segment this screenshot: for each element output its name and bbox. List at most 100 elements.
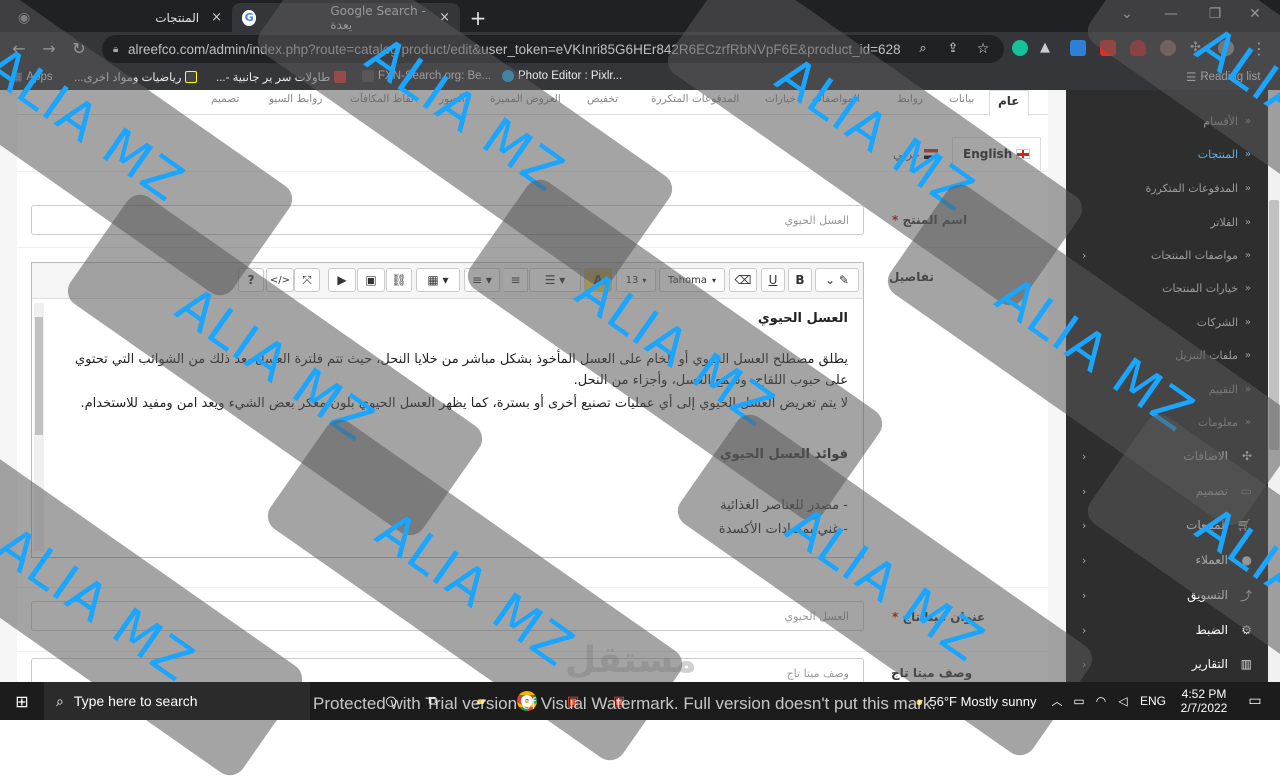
sidebar-item-information[interactable]: معلومات» bbox=[1066, 405, 1268, 439]
tab-recurring[interactable]: المدفوعات المتكررة bbox=[651, 93, 739, 105]
highlight-button[interactable]: A bbox=[584, 268, 612, 292]
reading-list[interactable]: ☰ Reading list bbox=[1186, 70, 1260, 84]
close-tab-icon[interactable]: × bbox=[211, 10, 222, 25]
lang-tab-english[interactable]: English bbox=[952, 137, 1042, 171]
notification-icon[interactable]: ▭ bbox=[1240, 682, 1270, 720]
sidebar-item-design[interactable]: › تصميم ▭ bbox=[1066, 474, 1268, 508]
list-ul-icon[interactable]: ☰ ▾ bbox=[529, 268, 581, 292]
fullscreen-icon[interactable]: ⤧ bbox=[294, 268, 320, 292]
sidebar-item-manufacturers[interactable]: الشركات» bbox=[1066, 305, 1268, 339]
sidebar-item-downloads[interactable]: ملفات التنزيل» bbox=[1066, 338, 1268, 372]
tab-general[interactable]: عام bbox=[989, 90, 1029, 116]
font-size-select[interactable]: 13 ▾ bbox=[616, 268, 656, 292]
bookmark-math[interactable]: رياضيات ومواد اخرى... bbox=[74, 70, 198, 84]
tray-chevron-icon[interactable]: ︿ bbox=[1048, 682, 1066, 720]
clock[interactable]: 4:52 PM 2/7/2022 bbox=[1172, 682, 1236, 720]
bookmark-apps[interactable]: ▦ Apps bbox=[12, 70, 53, 84]
wifi-icon[interactable]: ◠ bbox=[1092, 682, 1110, 720]
sidebar-item-settings[interactable]: › الضبط ⚙ bbox=[1066, 613, 1268, 647]
sidebar-item-reports[interactable]: › التقارير ▥ bbox=[1066, 647, 1268, 681]
taskbar-search-box[interactable]: ⌕ Type here to search bbox=[44, 682, 310, 720]
windows-start-icon[interactable]: ⊞ bbox=[0, 682, 44, 720]
close-tab-icon[interactable]: × bbox=[439, 10, 450, 25]
link-icon[interactable]: ⛓︎ bbox=[386, 268, 412, 292]
grammarly-icon[interactable] bbox=[1012, 40, 1028, 56]
menu-icon[interactable]: ⋮ bbox=[1248, 39, 1270, 59]
tab-special[interactable]: العروض المميزة bbox=[490, 93, 561, 105]
bold-button[interactable]: B bbox=[788, 268, 812, 292]
tab-images[interactable]: الصور bbox=[439, 93, 465, 105]
tab-google-search[interactable]: G Google Search - يعدة × bbox=[232, 3, 460, 32]
tab-data[interactable]: بيانات bbox=[949, 93, 974, 105]
battery-icon[interactable]: ▭ bbox=[1070, 682, 1088, 720]
forward-icon[interactable]: → bbox=[38, 39, 60, 59]
magic-wand-icon[interactable]: ⌄ ✎ bbox=[815, 268, 859, 292]
code-view-button[interactable]: </> bbox=[266, 268, 294, 292]
help-button[interactable]: ? bbox=[238, 268, 264, 292]
close-window-icon[interactable]: ✕ bbox=[1238, 0, 1272, 28]
cookie-ext-icon[interactable] bbox=[1160, 40, 1176, 56]
underline-button[interactable]: U bbox=[761, 268, 785, 292]
maximize-icon[interactable]: ❐ bbox=[1198, 0, 1232, 28]
sidebar-item-recurring[interactable]: المدفوعات المتكررة» bbox=[1066, 171, 1268, 205]
share-icon[interactable]: ⇪ bbox=[942, 39, 964, 59]
product-form: عام بيانات روابط المواصفات خيارات المدفو… bbox=[17, 90, 1048, 682]
reload-icon[interactable]: ↻ bbox=[68, 39, 90, 59]
editor-content[interactable]: العسل الحيوي يطلق مصطلح العسل الحيوي أو … bbox=[48, 299, 856, 551]
bookmark-star-icon[interactable]: ☆ bbox=[972, 39, 994, 59]
tab-discount[interactable]: تخفيض bbox=[587, 93, 618, 105]
content-paragraph: يطلق مصطلح العسل الحيوي أو الخام على الع… bbox=[74, 351, 848, 388]
shield-ext-icon[interactable] bbox=[1130, 40, 1146, 56]
product-name-input[interactable]: العسل الحيوي bbox=[31, 205, 864, 235]
tab-seo[interactable]: روابط السيو bbox=[269, 93, 322, 105]
browser-tab-strip: ◉ المنتجات × G Google Search - يعدة × + … bbox=[0, 0, 1280, 32]
bookmark-tables[interactable]: طاولات سر ير جانبية -... bbox=[216, 70, 347, 84]
extension-triangle-icon[interactable]: ▲ bbox=[1040, 40, 1056, 56]
lang-tab-arabic[interactable]: عربي bbox=[893, 137, 939, 171]
sidebar-item-categories[interactable]: الأقسام» bbox=[1066, 104, 1268, 138]
address-bar[interactable]: 🔒︎ alreefco.com/admin/index.php?route=ca… bbox=[102, 35, 1004, 63]
tab-design[interactable]: تصميم bbox=[211, 93, 239, 105]
sidebar-item-filters[interactable]: الفلاتر» bbox=[1066, 205, 1268, 239]
sidebar-item-marketing[interactable]: › التسويق ⤴ bbox=[1066, 578, 1268, 612]
font-name-select[interactable]: Tahoma ▾ bbox=[659, 268, 725, 292]
image-icon[interactable]: ▣ bbox=[357, 268, 385, 292]
editor-scrollbar[interactable] bbox=[34, 303, 44, 551]
tab-products[interactable]: ◉ المنتجات × bbox=[8, 3, 232, 32]
page-scroll-thumb[interactable] bbox=[1269, 200, 1279, 450]
meta-title-input[interactable]: العسل الحيوي bbox=[31, 601, 864, 631]
language-indicator[interactable]: ENG bbox=[1138, 682, 1168, 720]
bookmark-pixlr[interactable]: Photo Editor : Pixlr... bbox=[502, 70, 622, 82]
sidebar-item-customers[interactable]: › العملاء ● bbox=[1066, 543, 1268, 577]
new-tab-button[interactable]: + bbox=[464, 3, 492, 32]
meta-desc-input[interactable]: وصف ميتا تاج bbox=[31, 658, 864, 682]
video-icon[interactable]: ▶ bbox=[328, 268, 356, 292]
sidebar-item-products[interactable]: المنتجات» bbox=[1066, 137, 1268, 171]
sidebar-item-reviews[interactable]: التقييم» bbox=[1066, 372, 1268, 406]
list-ol-icon[interactable]: ≡ bbox=[504, 268, 528, 292]
back-icon[interactable]: ← bbox=[8, 39, 30, 59]
puzzle-icon[interactable]: ✣ bbox=[1190, 40, 1206, 56]
tab-options[interactable]: خيارات bbox=[765, 93, 796, 105]
editor-scroll-thumb[interactable] bbox=[35, 317, 43, 435]
video-ext-icon[interactable] bbox=[1100, 40, 1116, 56]
minimize-icon[interactable]: — bbox=[1154, 0, 1188, 28]
watermark-notice: Protected with Trial version of Visual W… bbox=[313, 694, 937, 713]
sidebar-item-options[interactable]: خيارات المنتجات» bbox=[1066, 271, 1268, 305]
align-icon[interactable]: ≡ ▾ bbox=[464, 268, 500, 292]
sidebar-item-sales[interactable]: › المبيعات 🛒︎ bbox=[1066, 508, 1268, 542]
profile-avatar[interactable] bbox=[1218, 40, 1234, 56]
zoom-icon[interactable]: ⌕ bbox=[912, 39, 934, 59]
apps-grid-icon: ▦ bbox=[12, 71, 23, 83]
bookmark-fxn[interactable]: FXN-Search.org: Be... bbox=[362, 70, 491, 82]
tab-links[interactable]: روابط bbox=[897, 93, 923, 105]
download-ext-icon[interactable] bbox=[1070, 40, 1086, 56]
eraser-icon[interactable]: ⌫ bbox=[729, 268, 757, 292]
sidebar-item-attributes[interactable]: › مواصفات المنتجات» bbox=[1066, 238, 1268, 272]
sidebar-item-extensions[interactable]: › الاضافات ✣ bbox=[1066, 439, 1268, 473]
tab-search-icon[interactable]: ⌄ bbox=[1110, 0, 1144, 28]
tab-reward[interactable]: نقاط المكافآت bbox=[350, 93, 414, 105]
table-icon[interactable]: ▦ ▾ bbox=[416, 268, 460, 292]
volume-icon[interactable]: ◁ bbox=[1114, 682, 1132, 720]
tab-attributes[interactable]: المواصفات bbox=[812, 93, 860, 105]
